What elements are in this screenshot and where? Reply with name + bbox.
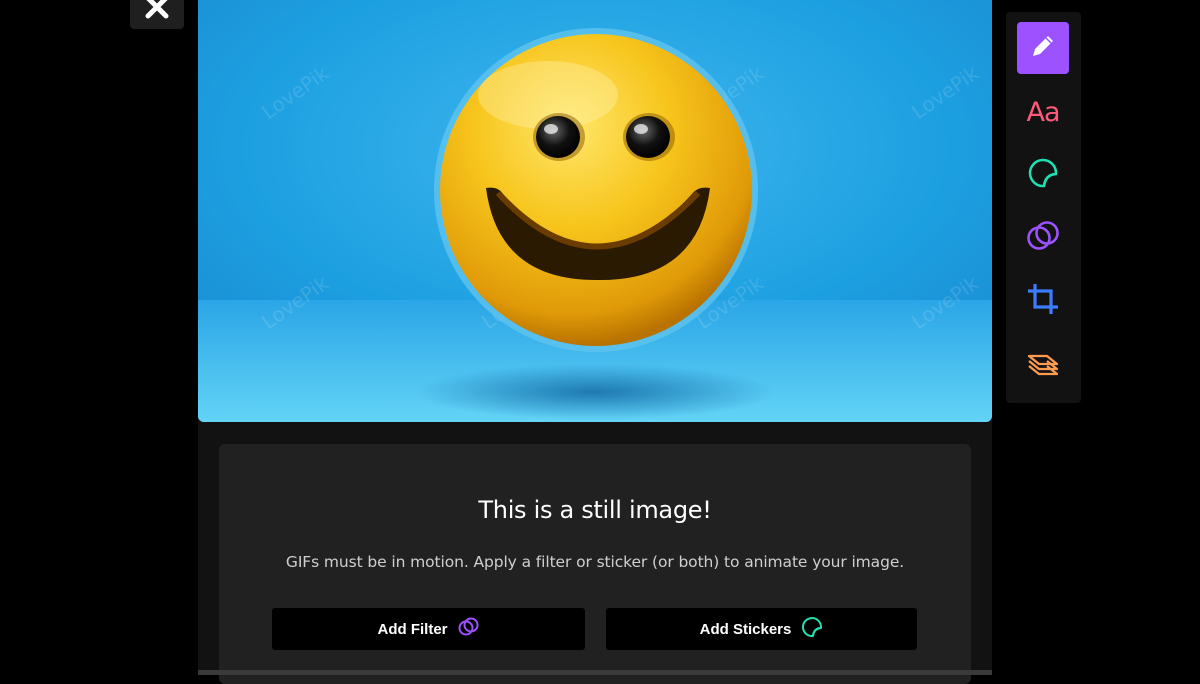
- tool-draw[interactable]: [1017, 22, 1069, 74]
- tool-text[interactable]: Aa: [1017, 86, 1069, 138]
- close-button[interactable]: [130, 0, 184, 29]
- editor-toolbar: Aa: [1006, 12, 1081, 403]
- tool-stickers[interactable]: [1017, 149, 1069, 201]
- filter-icon: [1025, 218, 1061, 258]
- sticker-icon: [1026, 156, 1060, 194]
- pencil-icon: [1028, 31, 1058, 65]
- sticker-icon: [801, 616, 823, 642]
- layers-icon: [1025, 344, 1061, 384]
- crop-icon: [1025, 281, 1061, 321]
- add-stickers-label: Add Stickers: [699, 620, 792, 638]
- filter-icon: [458, 616, 480, 642]
- add-stickers-button[interactable]: Add Stickers: [606, 608, 917, 650]
- tool-layers[interactable]: [1017, 338, 1069, 390]
- bottom-bar: [198, 670, 992, 675]
- image-preview: LovePik LovePik LovePik LovePik LovePik …: [198, 0, 992, 422]
- text-icon: Aa: [1026, 96, 1060, 128]
- notice-subtitle: GIFs must be in motion. Apply a filter o…: [285, 553, 905, 571]
- add-filter-button[interactable]: Add Filter: [272, 608, 585, 650]
- tool-crop[interactable]: [1017, 275, 1069, 327]
- notice-title: This is a still image!: [478, 496, 712, 524]
- add-filter-label: Add Filter: [377, 620, 448, 638]
- smiley-face: [434, 28, 758, 352]
- close-icon: [144, 0, 170, 24]
- tool-filters[interactable]: [1017, 212, 1069, 264]
